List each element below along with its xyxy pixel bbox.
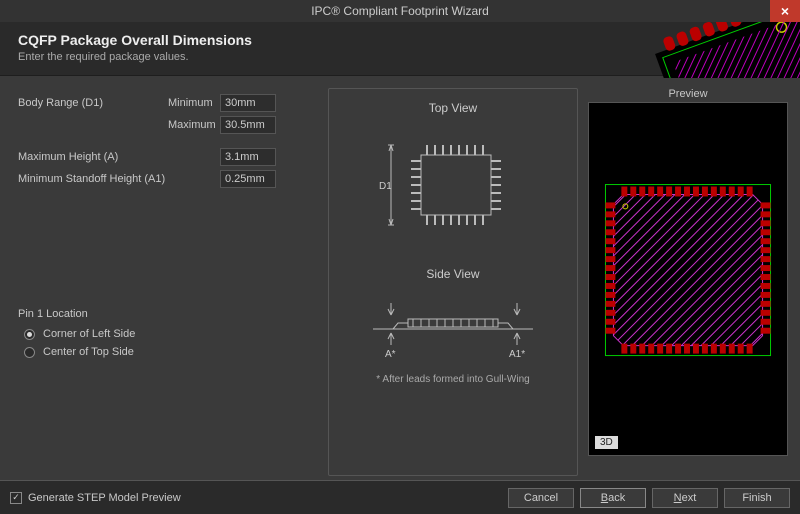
d1-label: D1 xyxy=(379,181,392,192)
preview-label: Preview xyxy=(588,88,788,100)
body-range-min-input[interactable] xyxy=(220,94,276,112)
next-button[interactable]: Next xyxy=(652,488,718,508)
pin1-corner-label: Corner of Left Side xyxy=(43,328,135,340)
pin1-center-radio[interactable]: Center of Top Side xyxy=(24,346,328,358)
pin1-corner-radio[interactable]: Corner of Left Side xyxy=(24,328,328,340)
max-height-label: Maximum Height (A) xyxy=(18,151,168,163)
min-standoff-input[interactable] xyxy=(220,170,276,188)
minimum-label: Minimum xyxy=(168,97,212,109)
top-view-label: Top View xyxy=(429,101,477,115)
preview-viewport[interactable]: 3D xyxy=(588,102,788,456)
back-button[interactable]: Back xyxy=(580,488,646,508)
min-standoff-label: Minimum Standoff Height (A1) xyxy=(18,173,168,185)
pin1-center-label: Center of Top Side xyxy=(43,346,134,358)
wizard-header: CQFP Package Overall Dimensions Enter th… xyxy=(0,22,800,76)
close-icon: × xyxy=(781,3,789,19)
form-column: Body Range (D1) Minimum Maximum Maximum … xyxy=(18,88,328,476)
content-area: Body Range (D1) Minimum Maximum Maximum … xyxy=(0,76,800,476)
step-preview-label: Generate STEP Model Preview xyxy=(28,492,181,504)
a-label: A* xyxy=(385,349,396,360)
step-preview-checkbox[interactable] xyxy=(10,492,22,504)
close-button[interactable]: × xyxy=(770,0,800,22)
header-graphic xyxy=(620,22,800,78)
titlebar: IPC® Compliant Footprint Wizard × xyxy=(0,0,800,22)
radio-icon xyxy=(24,347,35,358)
pin1-section-label: Pin 1 Location xyxy=(18,308,328,320)
top-view-diagram: D1 xyxy=(373,125,533,245)
side-view-label: Side View xyxy=(426,267,479,281)
cancel-button[interactable]: Cancel xyxy=(508,488,574,508)
radio-icon xyxy=(24,329,35,340)
footer-bar: Generate STEP Model Preview Cancel Back … xyxy=(0,480,800,514)
diagram-panel: Top View D1 xyxy=(328,88,578,476)
maximum-label: Maximum xyxy=(168,119,212,131)
body-range-max-input[interactable] xyxy=(220,116,276,134)
diagram-footnote: * After leads formed into Gull-Wing xyxy=(376,374,529,385)
preview-3d-toggle[interactable]: 3D xyxy=(595,436,618,449)
a1-label: A1* xyxy=(509,349,525,360)
max-height-input[interactable] xyxy=(220,148,276,166)
preview-column: Preview 3D xyxy=(588,88,788,476)
side-view-diagram: A* A1* xyxy=(353,291,553,364)
body-range-label: Body Range (D1) xyxy=(18,97,168,109)
finish-button[interactable]: Finish xyxy=(724,488,790,508)
window-title: IPC® Compliant Footprint Wizard xyxy=(311,4,489,18)
